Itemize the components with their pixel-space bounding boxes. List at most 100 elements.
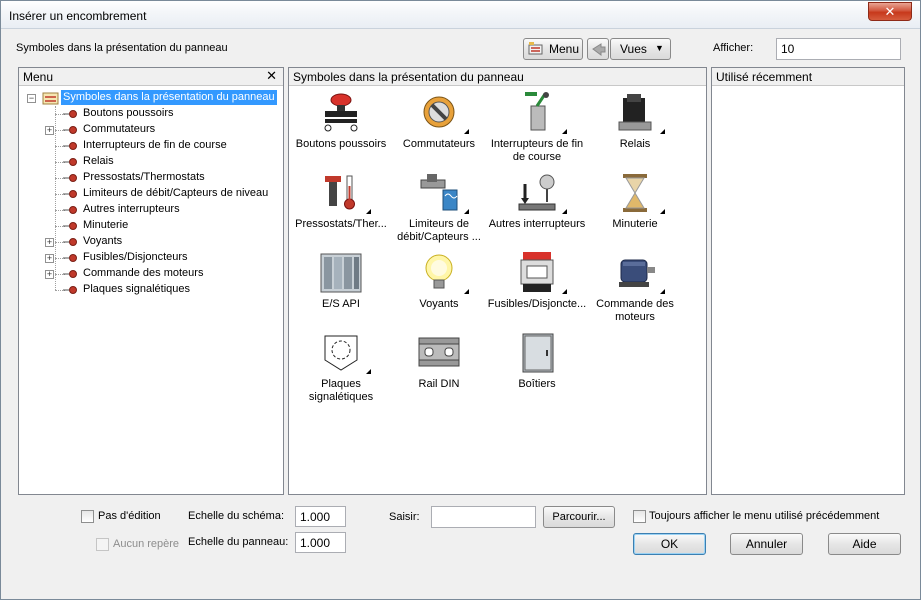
symbol-item[interactable]: Pressostats/Ther... — [291, 172, 391, 231]
submenu-corner-icon — [562, 209, 567, 214]
schema-scale-label: Echelle du schéma: — [188, 510, 284, 522]
symbol-node-icon — [63, 126, 77, 134]
show-count-input[interactable]: 10 — [776, 38, 901, 60]
symbol-item[interactable]: Commutateurs — [389, 92, 489, 151]
expand-icon[interactable]: + — [45, 238, 54, 247]
schema-scale-input[interactable]: 1.000 — [295, 506, 346, 527]
no-tag-checkbox[interactable] — [96, 538, 109, 551]
chevron-down-icon: ▼ — [655, 43, 664, 53]
enclosure-icon — [515, 332, 559, 374]
submenu-corner-icon — [660, 209, 665, 214]
menu-panel-title: Menu — [23, 70, 54, 84]
browse-button[interactable]: Parcourir... — [543, 506, 615, 528]
title-bar: Insérer un encombrement ✕ — [1, 1, 920, 29]
symbol-node-icon — [63, 158, 77, 166]
symbol-item-label: Autres interrupteurs — [488, 218, 586, 230]
menu-panel-close-icon[interactable]: ✕ — [266, 68, 277, 84]
symbol-item[interactable]: Fusibles/Disjoncte... — [487, 252, 587, 311]
window-title: Insérer un encombrement — [9, 9, 147, 23]
symbol-item-label: Voyants — [419, 298, 459, 310]
symbol-item-label: Limiteurs de débit/Capteurs ... — [397, 218, 481, 243]
tree-item-label: Boutons poussoirs — [83, 107, 174, 119]
menu-icon — [528, 42, 543, 55]
show-label: Afficher: — [713, 42, 754, 54]
expand-icon[interactable]: + — [45, 126, 54, 135]
menu-panel-header: Menu ✕ — [19, 68, 283, 86]
symbol-item[interactable]: Boîtiers — [487, 332, 587, 391]
submenu-corner-icon — [366, 369, 371, 374]
recent-panel-title: Utilisé récemment — [716, 70, 813, 84]
expand-icon[interactable]: + — [45, 270, 54, 279]
panel-scale-label: Echelle du panneau: — [188, 536, 289, 548]
symbol-item[interactable]: Interrupteurs de fin de course — [487, 92, 587, 164]
always-show-checkbox[interactable] — [633, 510, 646, 523]
symbols-panel-header: Symboles dans la présentation du panneau — [289, 68, 706, 86]
tree-root-label: Symboles dans la présentation du panneau — [61, 90, 277, 105]
no-edit-checkbox[interactable] — [81, 510, 94, 523]
symbol-item-label: Commande des moteurs — [596, 298, 674, 323]
symbols-panel-title: Symboles dans la présentation du panneau — [293, 70, 524, 84]
submenu-corner-icon — [464, 289, 469, 294]
back-arrow-icon — [592, 43, 606, 56]
symbol-item[interactable]: Autres interrupteurs — [487, 172, 587, 231]
symbol-item-label: Rail DIN — [418, 378, 460, 390]
submenu-corner-icon — [562, 129, 567, 134]
limit-switch-icon — [515, 92, 567, 134]
symbol-item-label: E/S API — [322, 298, 360, 310]
tree-item-label: Fusibles/Disjoncteurs — [83, 251, 188, 263]
cancel-button[interactable]: Annuler — [730, 533, 803, 555]
ok-button[interactable]: OK — [633, 533, 706, 555]
symbol-node-icon — [63, 206, 77, 214]
back-button[interactable] — [587, 38, 609, 60]
tree-item-label: Pressostats/Thermostats — [83, 171, 205, 183]
tree-item-label: Limiteurs de débit/Capteurs de niveau — [83, 187, 269, 199]
entry-input[interactable] — [431, 506, 536, 528]
close-window-button[interactable]: ✕ — [868, 2, 912, 21]
symbol-item-label: Boîtiers — [518, 378, 556, 390]
selector-switch-icon — [417, 92, 469, 134]
symbol-node-icon — [63, 222, 77, 230]
menu-toggle-button[interactable]: Menu — [523, 38, 583, 60]
submenu-corner-icon — [562, 289, 567, 294]
symbol-item[interactable]: E/S API — [291, 252, 391, 311]
symbol-item-label: Commutateurs — [402, 138, 476, 150]
symbol-item[interactable]: Boutons poussoirs — [291, 92, 391, 151]
dialog-window: Insérer un encombrement ✕ Symboles dans … — [0, 0, 921, 600]
help-button[interactable]: Aide — [828, 533, 901, 555]
tree-item-label: Autres interrupteurs — [83, 203, 180, 215]
thermostat-icon — [319, 172, 371, 214]
symbol-item[interactable]: Plaques signalétiques — [291, 332, 391, 404]
symbol-item[interactable]: Commande des moteurs — [585, 252, 685, 324]
symbol-item[interactable]: Rail DIN — [389, 332, 489, 391]
symbol-node-icon — [63, 142, 77, 150]
symbol-item-label: Fusibles/Disjoncte... — [487, 298, 587, 310]
collapse-icon[interactable]: − — [27, 94, 36, 103]
symbol-node-icon — [63, 110, 77, 118]
din-rail-icon — [417, 332, 461, 374]
nameplate-icon — [319, 332, 371, 374]
folder-symbols-icon — [42, 92, 59, 105]
panel-scale-input[interactable]: 1.000 — [295, 532, 346, 553]
symbol-item[interactable]: Voyants — [389, 252, 489, 311]
submenu-corner-icon — [464, 129, 469, 134]
tree-guide-line — [55, 106, 56, 290]
symbols-panel: Symboles dans la présentation du panneau… — [288, 67, 707, 495]
relay-icon — [613, 92, 665, 134]
hourglass-icon — [613, 172, 665, 214]
symbol-node-icon — [63, 254, 77, 262]
symbol-item[interactable]: Limiteurs de débit/Capteurs ... — [389, 172, 489, 244]
symbol-item-label: Plaques signalétiques — [308, 378, 374, 403]
symbol-item[interactable]: Relais — [585, 92, 685, 151]
no-tag-label: Aucun repère — [113, 538, 180, 550]
symbol-item[interactable]: Minuterie — [585, 172, 685, 231]
recent-panel-header: Utilisé récemment — [712, 68, 904, 86]
expand-icon[interactable]: + — [45, 254, 54, 263]
no-edit-label: Pas d'édition — [98, 510, 161, 522]
views-dropdown-button[interactable]: Vues ▼ — [610, 38, 671, 60]
menu-button-label: Menu — [549, 42, 580, 56]
push-button-icon — [319, 92, 363, 134]
light-bulb-icon — [417, 252, 469, 294]
top-heading: Symboles dans la présentation du panneau — [16, 42, 228, 54]
symbol-node-icon — [63, 238, 77, 246]
tree-item-label: Voyants — [83, 235, 123, 247]
